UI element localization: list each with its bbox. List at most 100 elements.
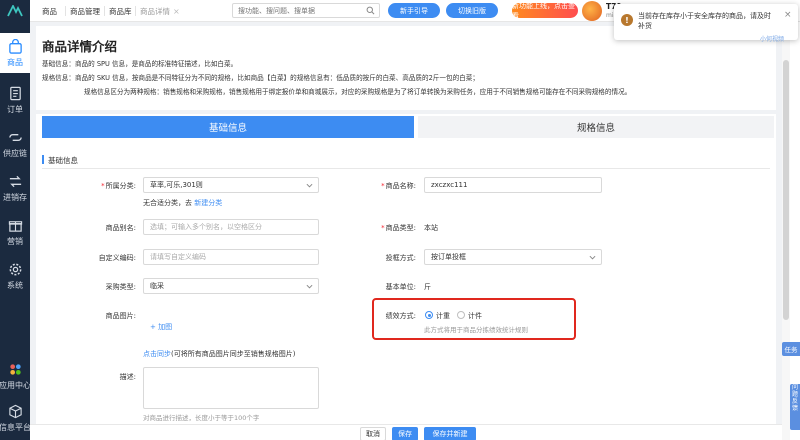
breadcrumb-goods[interactable]: 商品 [42,5,57,17]
task-float-button[interactable]: 任务 [782,342,800,356]
sidebar-item-supply-chain[interactable]: 供应链 [0,124,30,164]
inventory-icon [9,175,21,187]
purchase-type-label: 采购类型: [105,283,136,291]
logo-icon [7,5,23,17]
breadcrumb-goods-management[interactable]: 商品管理 [70,5,100,17]
custom-code-label: 自定义编码: [98,254,136,262]
sidebar-item-label: 系统 [7,280,23,290]
category-hint-text: 无合适分类，去 [143,199,192,207]
sidebar-item-label: 供应链 [3,148,27,158]
sidebar-item-label: 应用中心 [0,380,31,390]
sidebar-item-label: 营销 [7,236,23,246]
sync-images: 点击同步(可将所有商品图片同步至销售规格图片) [143,349,295,359]
alias-input[interactable]: 选填；可输入多个别名，以空格区分 [143,219,319,235]
name-label-text: 商品名称: [385,182,416,190]
sidebar-item-system[interactable]: 系统 [0,256,30,296]
category-label: *所属分类: [66,181,136,191]
name-input[interactable]: zxczxc111 [424,177,602,193]
avatar[interactable] [582,1,602,21]
footer-bar: 取消 保存 保存并新建 [30,424,782,440]
sidebar: 商品 订单 供应链 进销存 营销 系统 应用中心 信息平台 [0,0,31,440]
sidebar-item-goods[interactable]: 商品 [0,33,30,73]
perf-weight-label[interactable]: 计重 [436,311,450,321]
pricing-select[interactable]: 按订单投框 [424,249,602,265]
perf-piece-label[interactable]: 计件 [468,311,482,321]
type-value: 本站 [424,224,438,232]
sidebar-item-marketing[interactable]: 营销 [0,212,30,252]
chevron-down-icon [306,183,313,188]
warning-icon: ! [621,14,633,26]
required-mark: * [101,182,105,190]
tab-spec-info[interactable]: 规格信息 [418,116,774,138]
type-label-text: 商品类型: [385,224,416,232]
switch-old-version-button[interactable]: 切换旧版 [446,3,498,18]
guide-button[interactable]: 新手引导 [388,3,440,18]
scrollbar-thumb[interactable] [783,60,789,320]
purchase-type-value: 临采 [150,282,164,290]
cube-icon [8,404,22,418]
sidebar-item-label: 信息平台 [0,422,31,432]
intro-line-spec: 规格信息：商品的 SKU 信息，按商品是不同特征分为不同的规格，比如商品【白菜】… [42,74,479,82]
sidebar-item-label: 订单 [7,104,23,114]
name-value: zxczxc111 [431,181,468,189]
tab-basic-info[interactable]: 基础信息 [42,116,414,138]
new-category-link[interactable]: 新建分类 [194,199,222,207]
close-icon[interactable]: × [173,7,180,16]
chevron-down-icon [589,255,596,260]
new-feature-button[interactable]: 新功能上线，点击查看 [512,2,578,20]
app-root: 商品 订单 供应链 进销存 营销 系统 应用中心 信息平台 商品 商品管理 商品… [0,0,800,440]
category-hint: 无合适分类，去 新建分类 [143,198,222,208]
section-title: 基础信息 [48,156,78,165]
save-button[interactable]: 保存 [392,427,418,440]
gear-icon [9,263,21,275]
marketing-icon [8,220,22,232]
save-and-new-button[interactable]: 保存并新建 [424,427,476,440]
pricing-value: 按订单投框 [431,253,466,261]
close-icon[interactable]: × [784,10,792,20]
divider [42,168,770,169]
type-label: *商品类型: [346,223,416,233]
alias-label: 商品别名: [105,224,136,232]
breadcrumb-divider [135,6,136,16]
logo [0,0,30,22]
perf-weight-radio[interactable] [425,311,433,319]
required-mark: * [381,182,385,190]
perf-hint: 此方式将用于商品分拣绩效统计规则 [424,326,528,334]
intro-line-basic: 基础信息：商品的 SPU 信息，是商品的标准特征描述，比如白菜。 [42,60,238,68]
breadcrumb-divider [104,6,105,16]
description-textarea[interactable] [143,367,319,409]
category-value: 草率,可乐,301则 [150,181,203,189]
pricing-label: 投框方式: [385,254,416,262]
breadcrumb-goods-library[interactable]: 商品库 [109,5,132,17]
custom-code-input[interactable]: 请填写自定义编码 [143,249,319,265]
category-select[interactable]: 草率,可乐,301则 [143,177,319,193]
sidebar-item-info-platform[interactable]: 信息平台 [0,398,31,438]
category-label-text: 所属分类: [105,182,136,190]
feedback-float-button[interactable]: 问题反馈 [790,384,800,430]
toast-peek-link[interactable]: 小何视频 [760,34,784,43]
add-image-button[interactable]: + 加图 [150,322,172,332]
cancel-button[interactable]: 取消 [360,427,386,440]
breadcrumb-divider [65,6,66,16]
sidebar-item-label: 进销存 [3,192,27,202]
image-label: 商品图片: [105,312,136,320]
purchase-type-select[interactable]: 临采 [143,278,319,294]
search-icon[interactable] [366,6,375,15]
sidebar-item-inventory[interactable]: 进销存 [0,168,30,208]
supply-chain-icon [8,133,22,141]
search-input[interactable] [232,3,380,18]
section-marker [42,155,44,164]
breadcrumb-label: 商品 [42,6,57,16]
base-unit-value: 斤 [424,283,431,291]
sync-images-text: (可将所有商品图片同步至销售规格图片) [171,350,296,358]
base-unit-label: 基本单位: [385,283,416,291]
perf-piece-radio[interactable] [457,311,465,319]
sync-images-link[interactable]: 点击同步 [143,350,171,358]
breadcrumb-goods-detail[interactable]: 商品详情 × [140,5,180,17]
custom-code-placeholder: 请填写自定义编码 [150,253,206,261]
sidebar-item-orders[interactable]: 订单 [0,80,30,120]
toast-message: 当前存在库存小于安全库存的商品，请及时补货 [638,12,771,30]
chevron-down-icon [306,284,313,289]
sidebar-item-apps[interactable]: 应用中心 [0,356,31,396]
alias-placeholder: 选填；可输入多个别名，以空格区分 [150,223,262,231]
